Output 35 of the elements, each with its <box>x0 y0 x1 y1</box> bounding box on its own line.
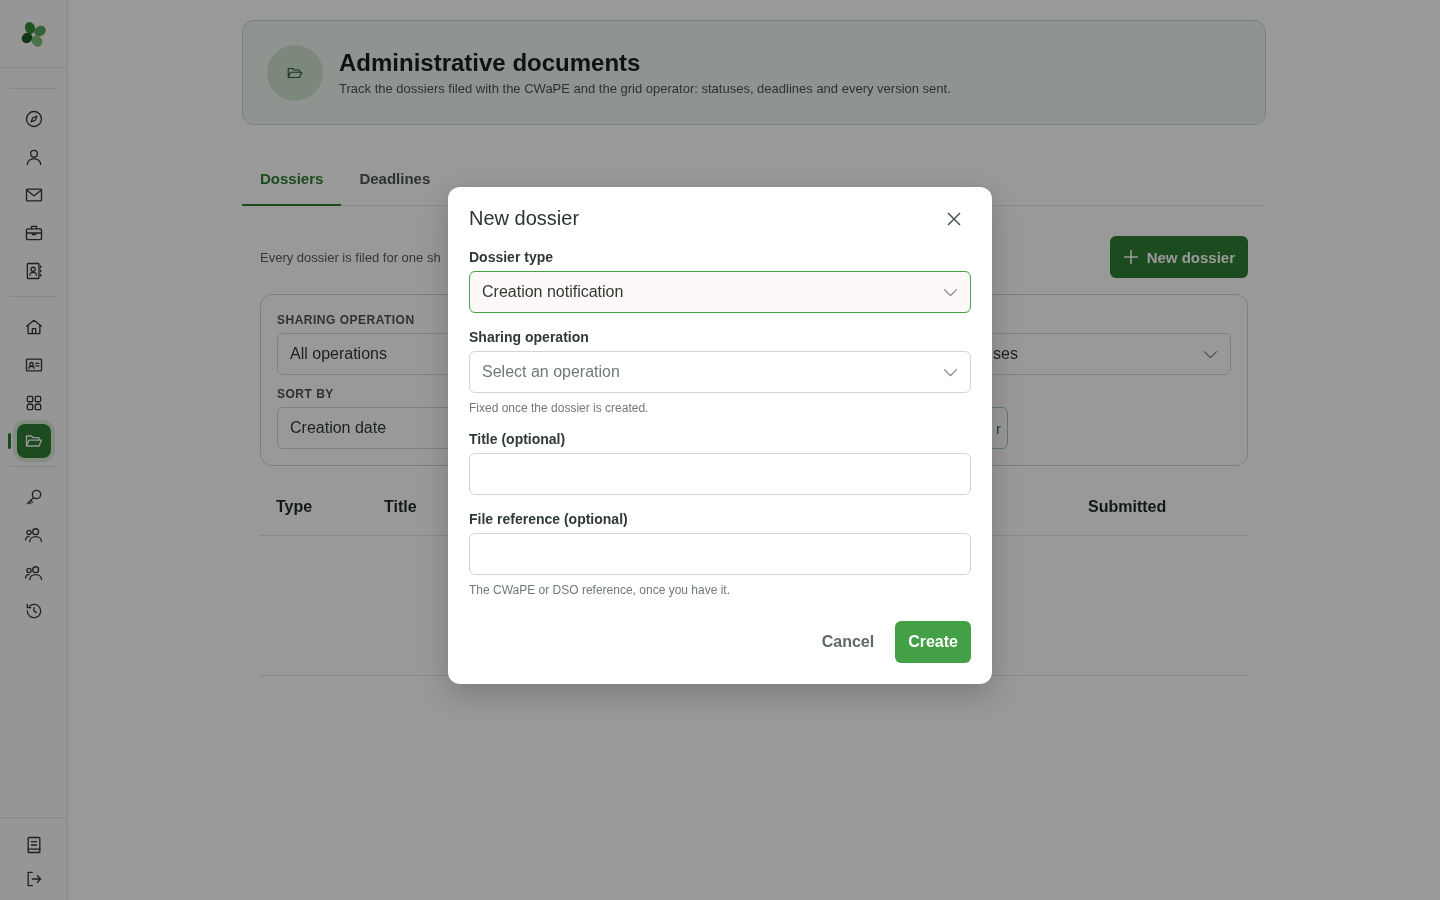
briefcase-icon <box>23 223 44 243</box>
users-icon <box>23 563 44 583</box>
cancel-button[interactable]: Cancel <box>810 621 886 663</box>
chevron-down-icon <box>943 287 958 297</box>
field-hint: Fixed once the dossier is created. <box>469 401 650 415</box>
dialog-title: New dossier <box>469 207 580 230</box>
field-label: Sharing operation <box>469 329 590 345</box>
column-header: Title <box>384 498 418 516</box>
intro-text: Every dossier is filed for one sh <box>260 249 441 265</box>
chevron-down-icon <box>943 367 958 377</box>
page-subtitle: Track the dossiers filed with the CWaPE and the grid operator: statuses, deadlines and every version sent. <box>339 81 951 96</box>
filter-label: SORT BY <box>277 387 335 401</box>
new-dossier-button[interactable]: New dossier <box>1109 236 1248 278</box>
plus-icon <box>1122 249 1139 265</box>
select-field[interactable]: Creation notification <box>469 271 971 313</box>
create-button[interactable]: Create <box>895 621 971 663</box>
field-hint: The CWaPE or DSO reference, once you have it. <box>469 583 731 597</box>
column-header: Submitted <box>1088 498 1168 516</box>
field-label: Dossier type <box>469 249 555 265</box>
chevron-down-icon <box>1203 349 1218 359</box>
select-field[interactable]: Select an operation <box>469 351 971 393</box>
column-header: Type <box>276 498 314 516</box>
tab[interactable]: Deadlines <box>341 154 449 206</box>
users-icon <box>23 525 44 545</box>
field-label: Title (optional) <box>469 431 567 447</box>
field-label: File reference (optional) <box>469 511 629 527</box>
close-icon <box>947 211 961 226</box>
page-title: Administrative documents <box>339 49 642 77</box>
compass-icon <box>23 109 44 129</box>
filter-label: SHARING OPERATION <box>277 313 416 327</box>
input-field[interactable] <box>469 453 971 495</box>
home-icon <box>23 317 44 337</box>
tab[interactable]: Dossiers <box>242 154 342 206</box>
input-field[interactable] <box>469 533 971 575</box>
clover-logo-icon <box>19 19 48 48</box>
